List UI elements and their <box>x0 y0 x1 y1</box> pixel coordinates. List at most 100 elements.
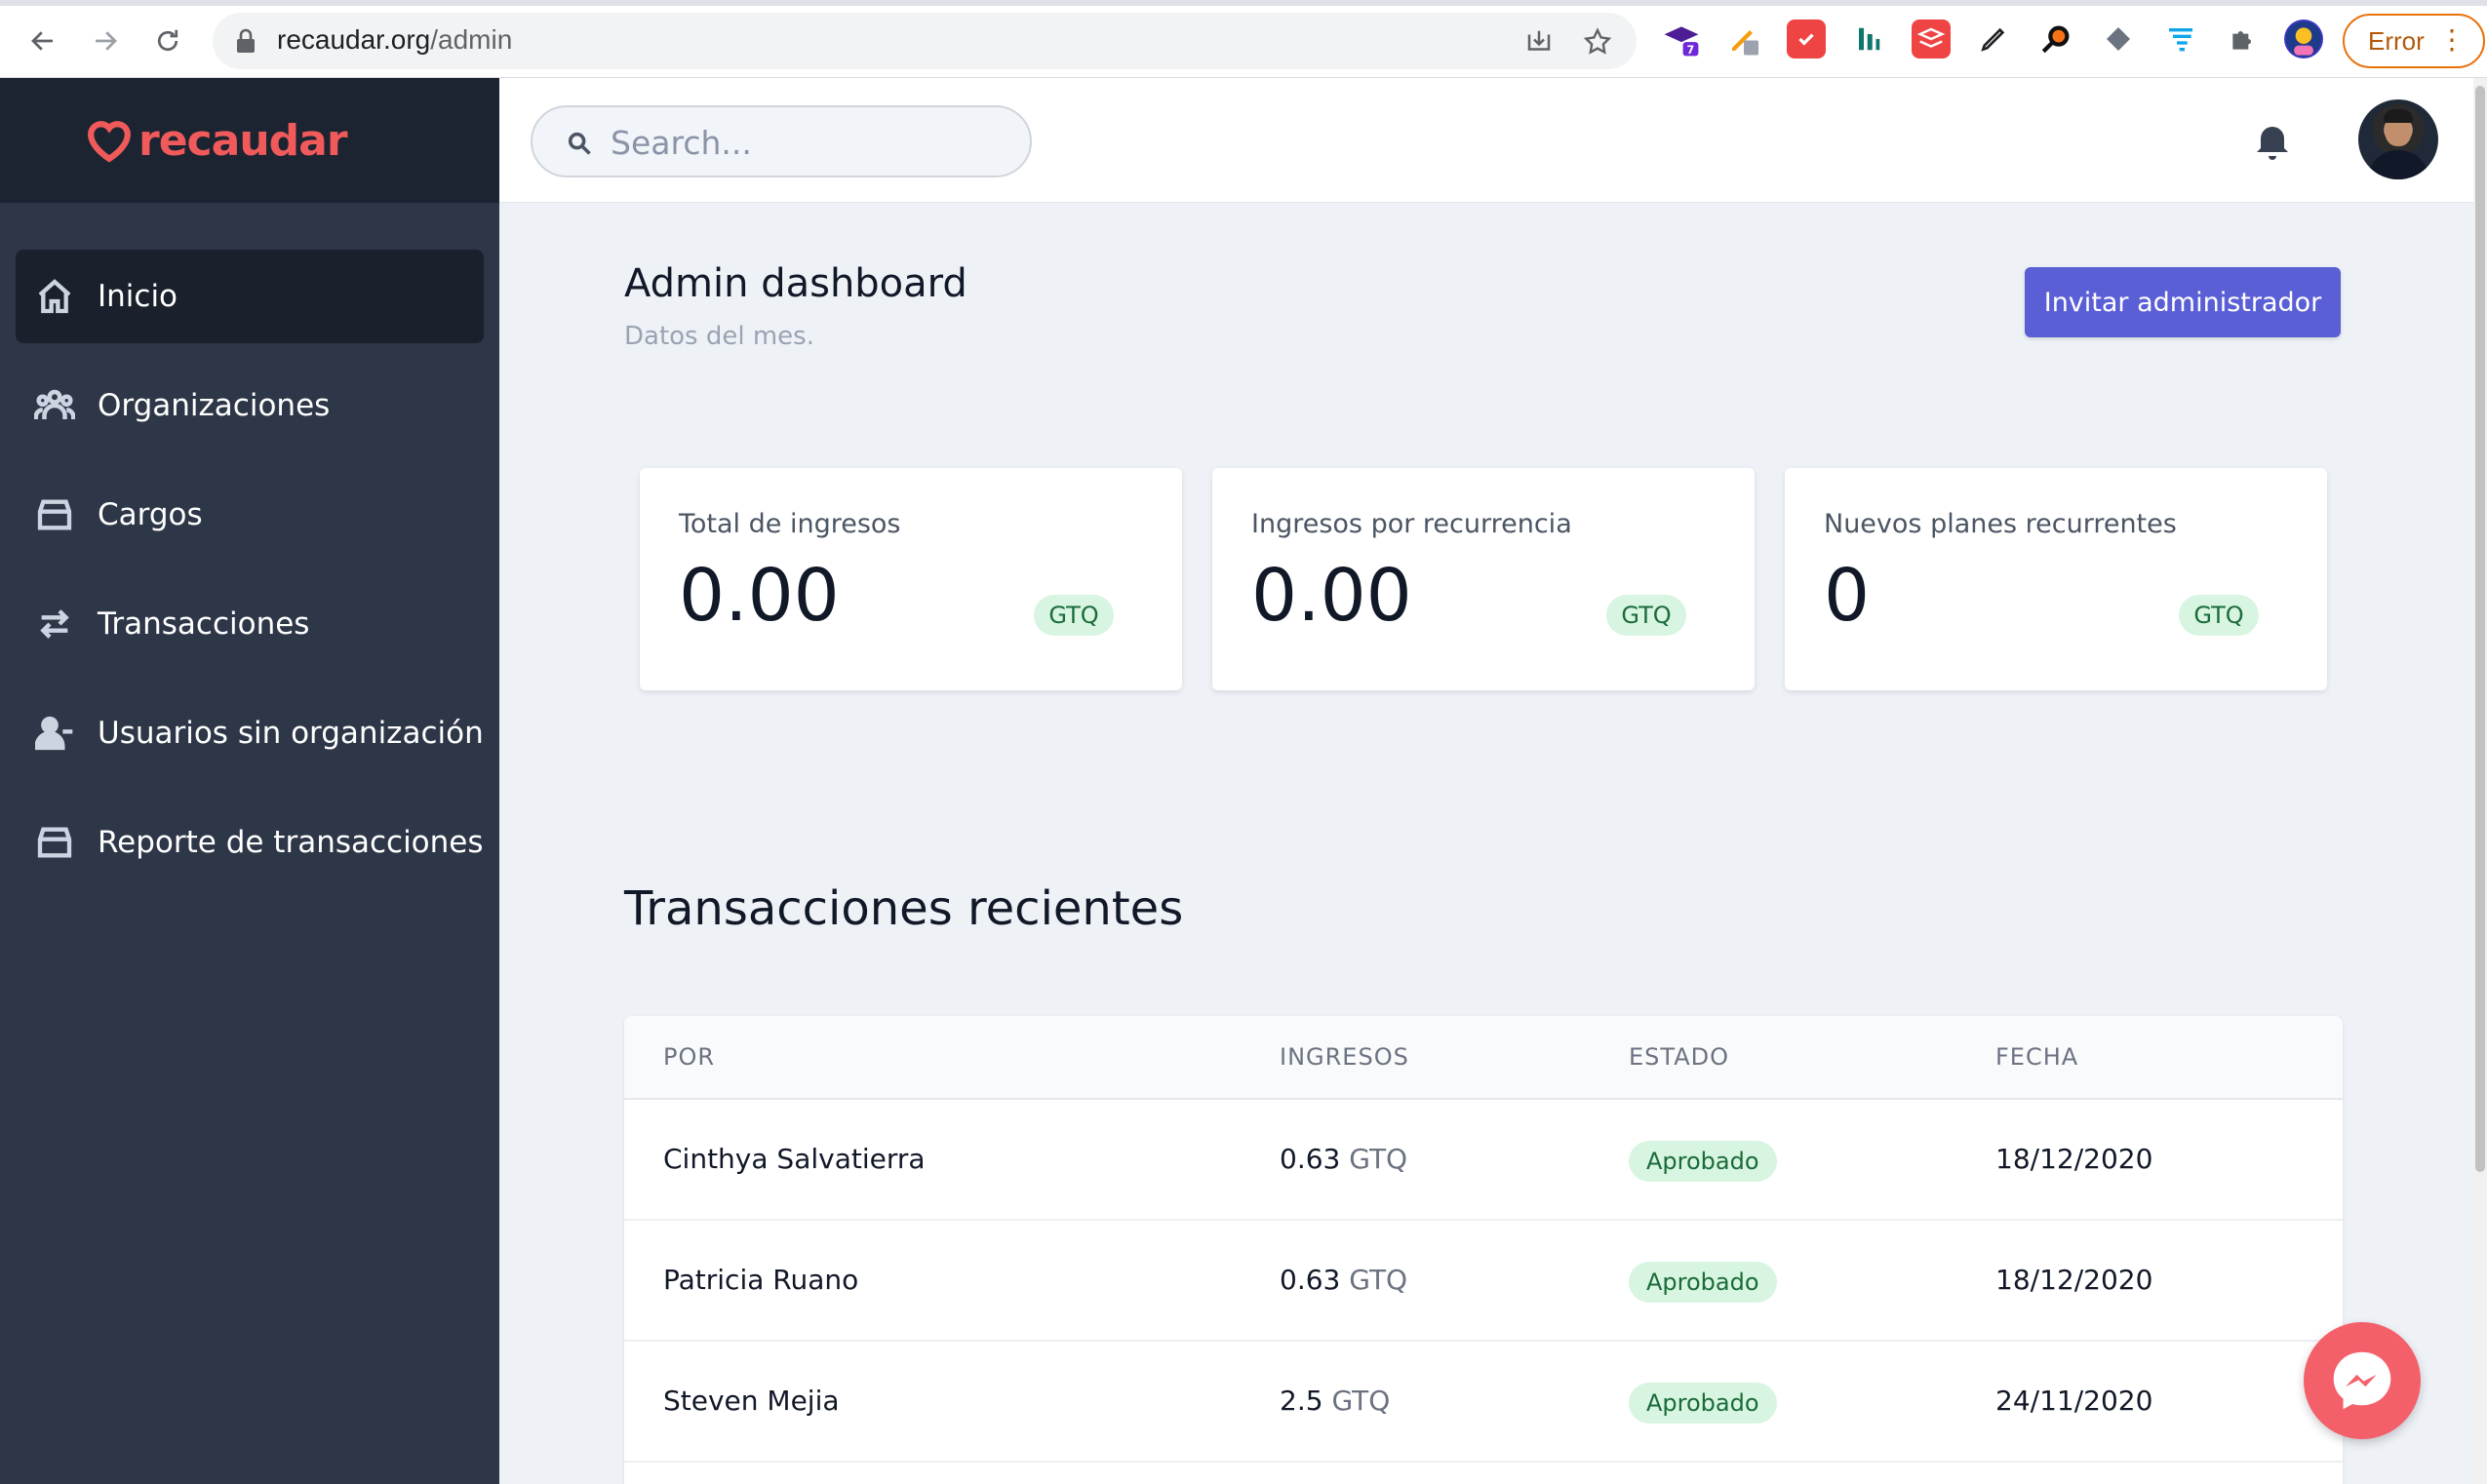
currency-badge: GTQ <box>2179 595 2259 636</box>
reload-button[interactable] <box>146 20 189 62</box>
profile-error-button[interactable]: Error ⋮ <box>2343 14 2485 68</box>
magnifier-icon[interactable] <box>2036 20 2075 59</box>
profile-avatar[interactable] <box>2284 20 2323 59</box>
url-path: /admin <box>430 24 513 55</box>
calendar-icon[interactable] <box>1787 20 1826 59</box>
sidebar-menu: Inicio Organizaciones Cargos Transaccion… <box>16 250 484 905</box>
heart-icon <box>88 121 131 163</box>
search-box[interactable] <box>531 105 1032 177</box>
url-host: recaudar.org <box>277 24 431 55</box>
currency-badge: GTQ <box>1034 595 1114 636</box>
table-row[interactable]: Patricia Ruano 0.63 GTQ Aprobado 18/12/2… <box>624 1221 2343 1342</box>
diamond-icon[interactable] <box>2099 20 2138 59</box>
brand-logo[interactable]: recaudar <box>0 78 499 203</box>
archive-icon <box>33 493 76 536</box>
stat-value: 0 <box>1824 554 1871 638</box>
switch-arrows-icon <box>33 603 76 645</box>
logo-text: recaudar <box>138 115 348 166</box>
sidebar-item-cargos[interactable]: Cargos <box>16 468 484 562</box>
sidebar-item-organizaciones[interactable]: Organizaciones <box>16 359 484 452</box>
page-subtitle: Datos del mes. <box>624 322 814 351</box>
status-badge: Aprobado <box>1629 1141 1777 1182</box>
user-avatar[interactable] <box>2358 99 2438 179</box>
filter-icon[interactable] <box>2161 20 2200 59</box>
search-input[interactable] <box>611 119 1001 166</box>
section-title: Transacciones recientes <box>624 881 1184 936</box>
graduation-cap-icon[interactable]: 7 <box>1662 20 1701 59</box>
stat-card-ingresos-recurrencia: Ingresos por recurrencia 0.00 GTQ <box>1212 468 1755 690</box>
status-badge: Aprobado <box>1629 1383 1777 1424</box>
sidebar-item-transacciones[interactable]: Transacciones <box>16 577 484 671</box>
install-app-icon[interactable] <box>1520 22 1559 61</box>
bar-chart-icon[interactable] <box>1849 20 1888 59</box>
search-icon <box>568 132 591 155</box>
error-label: Error <box>2368 25 2425 56</box>
invite-admin-button[interactable]: Invitar administrador <box>2025 267 2341 337</box>
column-header-estado: ESTADO <box>1629 1043 1729 1071</box>
pen-icon[interactable] <box>1974 20 2013 59</box>
stat-card-total-ingresos: Total de ingresos 0.00 GTQ <box>640 468 1182 690</box>
sidebar-item-label: Usuarios sin organización <box>98 716 484 751</box>
table-row[interactable]: Cinthya Salvatierra 0.63 GTQ Aprobado 18… <box>624 1100 2343 1221</box>
stat-label: Nuevos planes recurrentes <box>1824 509 2177 539</box>
amount-currency: GTQ <box>1331 1385 1391 1417</box>
users-group-icon <box>33 384 76 427</box>
home-icon <box>33 275 76 318</box>
address-bar[interactable]: recaudar.org/admin <box>213 13 1637 69</box>
tab-strip-edge <box>0 0 2487 6</box>
column-header-por: POR <box>663 1043 716 1071</box>
column-header-ingresos: INGRESOS <box>1280 1043 1409 1071</box>
table-row[interactable]: Steven Mejia 2.5 GTQ Aprobado 24/11/2020 <box>624 1342 2343 1463</box>
archive-icon <box>33 821 76 864</box>
cell-por: Steven Mejia <box>663 1385 840 1417</box>
currency-badge: GTQ <box>1606 595 1686 636</box>
pencil-ruler-icon[interactable] <box>1724 20 1763 59</box>
cell-ingresos: 2.5 GTQ <box>1280 1385 1390 1417</box>
lock-icon <box>237 28 255 53</box>
amount-currency: GTQ <box>1349 1264 1408 1296</box>
arrow-right-icon <box>96 31 117 51</box>
transactions-table: POR INGRESOS ESTADO FECHA Cinthya Salvat… <box>624 1016 2343 1484</box>
cell-por: Patricia Ruano <box>663 1264 859 1296</box>
stat-label: Total de ingresos <box>679 509 901 539</box>
messenger-icon <box>2333 1351 2391 1410</box>
bookmark-star-icon[interactable] <box>1578 22 1617 61</box>
cell-fecha: 18/12/2020 <box>1995 1143 2153 1175</box>
top-header <box>499 78 2477 203</box>
status-badge: Aprobado <box>1629 1262 1777 1303</box>
sidebar-item-usuarios-sin-organizacion[interactable]: Usuarios sin organización <box>16 686 484 780</box>
bell-icon[interactable] <box>2249 117 2296 164</box>
messenger-chat-button[interactable] <box>2304 1322 2421 1439</box>
sidebar: recaudar Inicio Organizaciones Cargos Tr… <box>0 78 499 1484</box>
forward-button[interactable] <box>84 20 127 62</box>
puzzle-icon[interactable] <box>2224 20 2263 59</box>
cell-fecha: 18/12/2020 <box>1995 1264 2153 1296</box>
stat-value: 0.00 <box>679 554 840 638</box>
sidebar-item-reporte-de-transacciones[interactable]: Reporte de transacciones <box>16 796 484 889</box>
stat-card-nuevos-planes: Nuevos planes recurrentes 0 GTQ <box>1785 468 2327 690</box>
back-button[interactable] <box>21 20 64 62</box>
scrollbar-thumb[interactable] <box>2475 86 2485 1172</box>
sidebar-item-label: Reporte de transacciones <box>98 825 484 860</box>
amount-value: 2.5 <box>1280 1385 1323 1417</box>
sidebar-item-label: Cargos <box>98 497 203 532</box>
layers-icon[interactable] <box>1912 20 1951 59</box>
page-title: Admin dashboard <box>624 261 967 306</box>
amount-value: 0.63 <box>1280 1264 1341 1296</box>
sidebar-item-label: Organizaciones <box>98 388 331 423</box>
stat-value: 0.00 <box>1251 554 1412 638</box>
sidebar-item-inicio[interactable]: Inicio <box>16 250 484 343</box>
user-minus-icon <box>33 712 76 755</box>
sidebar-item-label: Inicio <box>98 279 178 314</box>
reload-icon <box>157 29 178 52</box>
cell-fecha: 24/11/2020 <box>1995 1385 2153 1417</box>
avatar-hair <box>2384 109 2413 123</box>
browser-toolbar: recaudar.org/admin 7 Error ⋮ <box>0 0 2487 78</box>
avatar-shirt <box>2368 150 2428 179</box>
table-header: POR INGRESOS ESTADO FECHA <box>624 1016 2343 1100</box>
url-text: recaudar.org/admin <box>277 24 512 56</box>
amount-value: 0.63 <box>1280 1143 1341 1175</box>
kebab-menu-icon: ⋮ <box>2438 24 2466 55</box>
arrow-left-icon <box>31 31 53 51</box>
cell-por: Cinthya Salvatierra <box>663 1143 926 1175</box>
